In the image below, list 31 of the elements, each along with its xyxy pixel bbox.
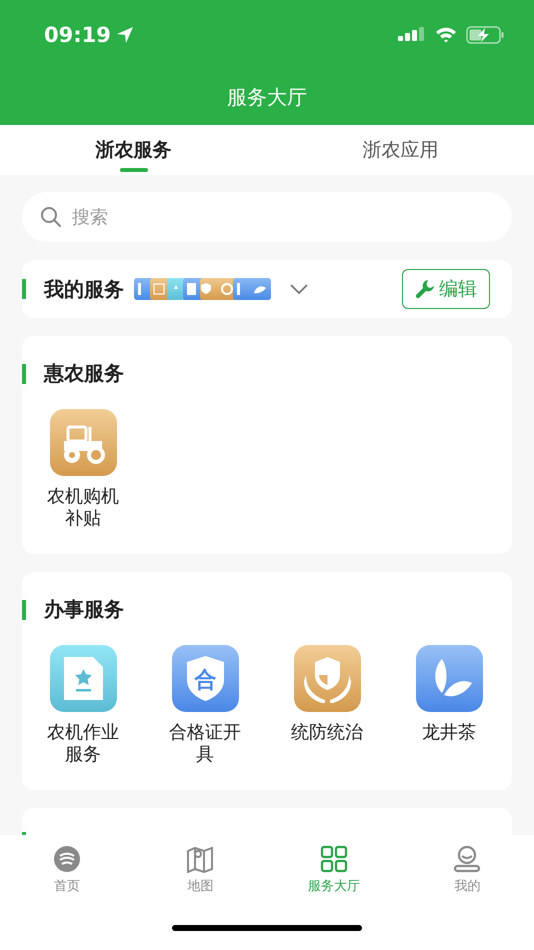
accent-bar [22,364,26,384]
service-item[interactable]: 农机购机补贴 [22,409,144,530]
tab[interactable]: 浙农服务 [0,125,267,175]
tractor-icon [50,409,116,476]
accent-bar [22,279,26,299]
location-arrow-icon [114,25,135,45]
clock-time: 09:19 [44,23,111,47]
shield-hands-icon [294,645,360,712]
person-icon [453,845,482,873]
section-title: 办事服务 [44,596,124,623]
accent-bar [22,600,26,620]
service-item[interactable]: 龙井茶 [388,645,510,766]
service-item[interactable]: 统防统治 [266,645,388,766]
wifi-icon [434,26,458,44]
battery-charging-icon [466,25,506,45]
section-title: 我的服务 [44,276,124,302]
map-icon [186,845,214,873]
search-icon [40,206,62,228]
chevron-down-icon[interactable] [289,283,309,295]
service-item[interactable]: 农机作业服务 [22,645,144,766]
grid-icon [320,845,348,873]
page-title: 服务大厅 [227,84,307,111]
service-item[interactable]: 合 合格证开具 [144,645,266,766]
wrench-icon [415,279,435,299]
logo-icon [52,845,81,873]
section-title: 惠农服务 [44,360,124,387]
signal-icon [398,26,426,44]
leaf-icon [416,645,482,712]
tab[interactable]: 浙农应用 [267,125,534,175]
shield-icon: 合 [172,645,238,712]
search-field[interactable]: 搜索 [22,192,512,242]
